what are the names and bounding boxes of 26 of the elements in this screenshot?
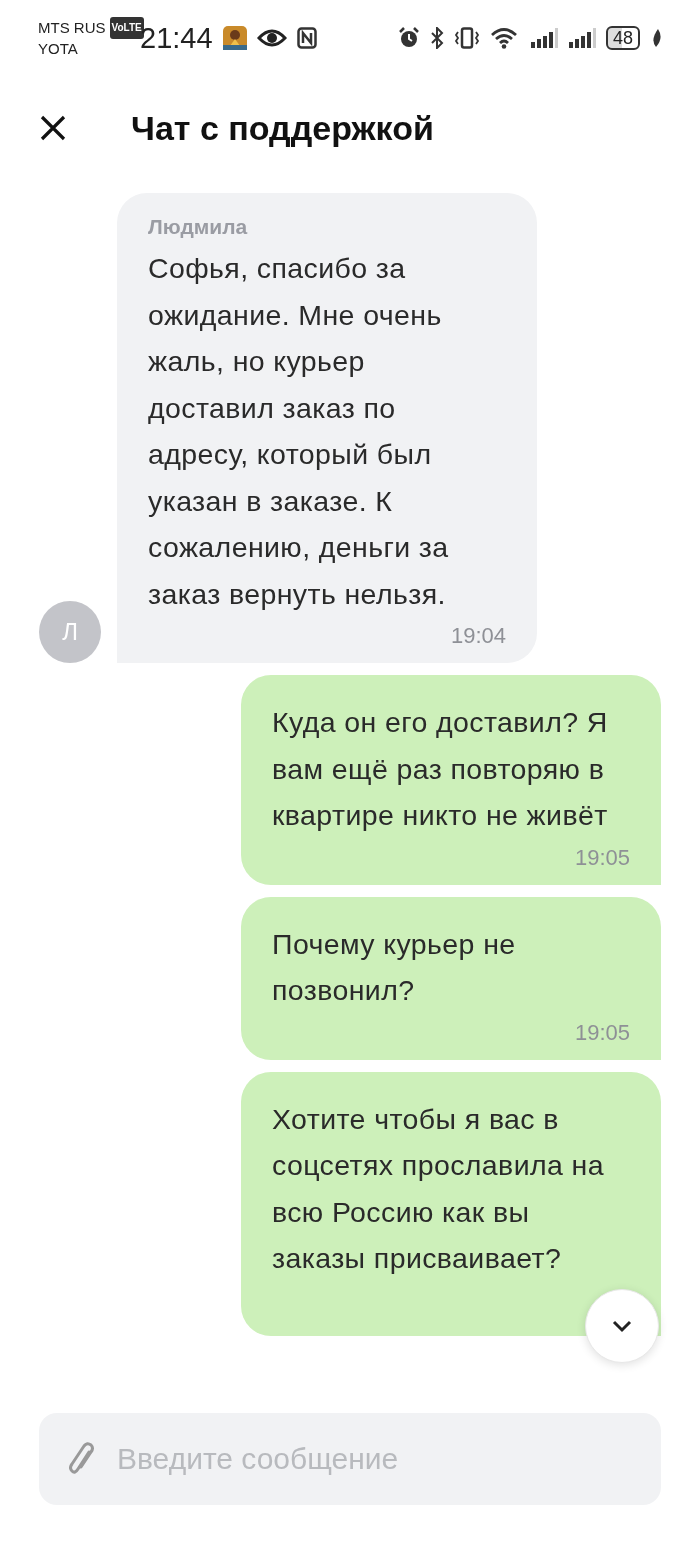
message-text: Почему курьер не позвонил? bbox=[272, 926, 517, 1008]
volte-badge: VoLTE bbox=[109, 17, 144, 39]
bluetooth-icon bbox=[429, 27, 444, 49]
chat-title: Чат с поддержкой bbox=[131, 108, 434, 148]
alarm-icon bbox=[397, 27, 420, 49]
message-time: 19:04 bbox=[449, 623, 506, 649]
eye-icon bbox=[256, 28, 287, 48]
message-text: Хотите чтобы я вас в соцсетях прославила на всю Россию как вы заказы присваивает? bbox=[272, 1101, 605, 1276]
message-input[interactable]: Введите сообщение bbox=[39, 1413, 661, 1505]
leaf-icon bbox=[650, 28, 662, 48]
signal-icon bbox=[529, 27, 558, 49]
vibrate-icon bbox=[453, 27, 480, 49]
carrier-name: YOTA bbox=[38, 39, 79, 59]
author-name: Людмила bbox=[148, 215, 249, 239]
signal-icon bbox=[567, 27, 596, 49]
paperclip-icon[interactable] bbox=[69, 1442, 97, 1476]
nfc-icon bbox=[296, 27, 317, 49]
close-button[interactable] bbox=[39, 114, 67, 142]
message-text: Куда он его доставил? Я вам ещё раз повторяю в квартире никто не живёт bbox=[272, 705, 609, 833]
message-time: 19:05 bbox=[573, 844, 630, 871]
battery-indicator: 48 bbox=[605, 26, 640, 50]
carrier-name: MTS RUS bbox=[38, 18, 106, 38]
chevron-down-icon bbox=[611, 1319, 633, 1333]
avatar: Л bbox=[39, 601, 101, 663]
message-time: 19:05 bbox=[573, 1019, 630, 1046]
message-text: Софья, спасибо за ожидание. Мне очень жаль, но курьер доставил заказ по адресу, который был указан в заказе. К сожалению, деньги за заказ вернуть нельзя. bbox=[148, 251, 450, 612]
